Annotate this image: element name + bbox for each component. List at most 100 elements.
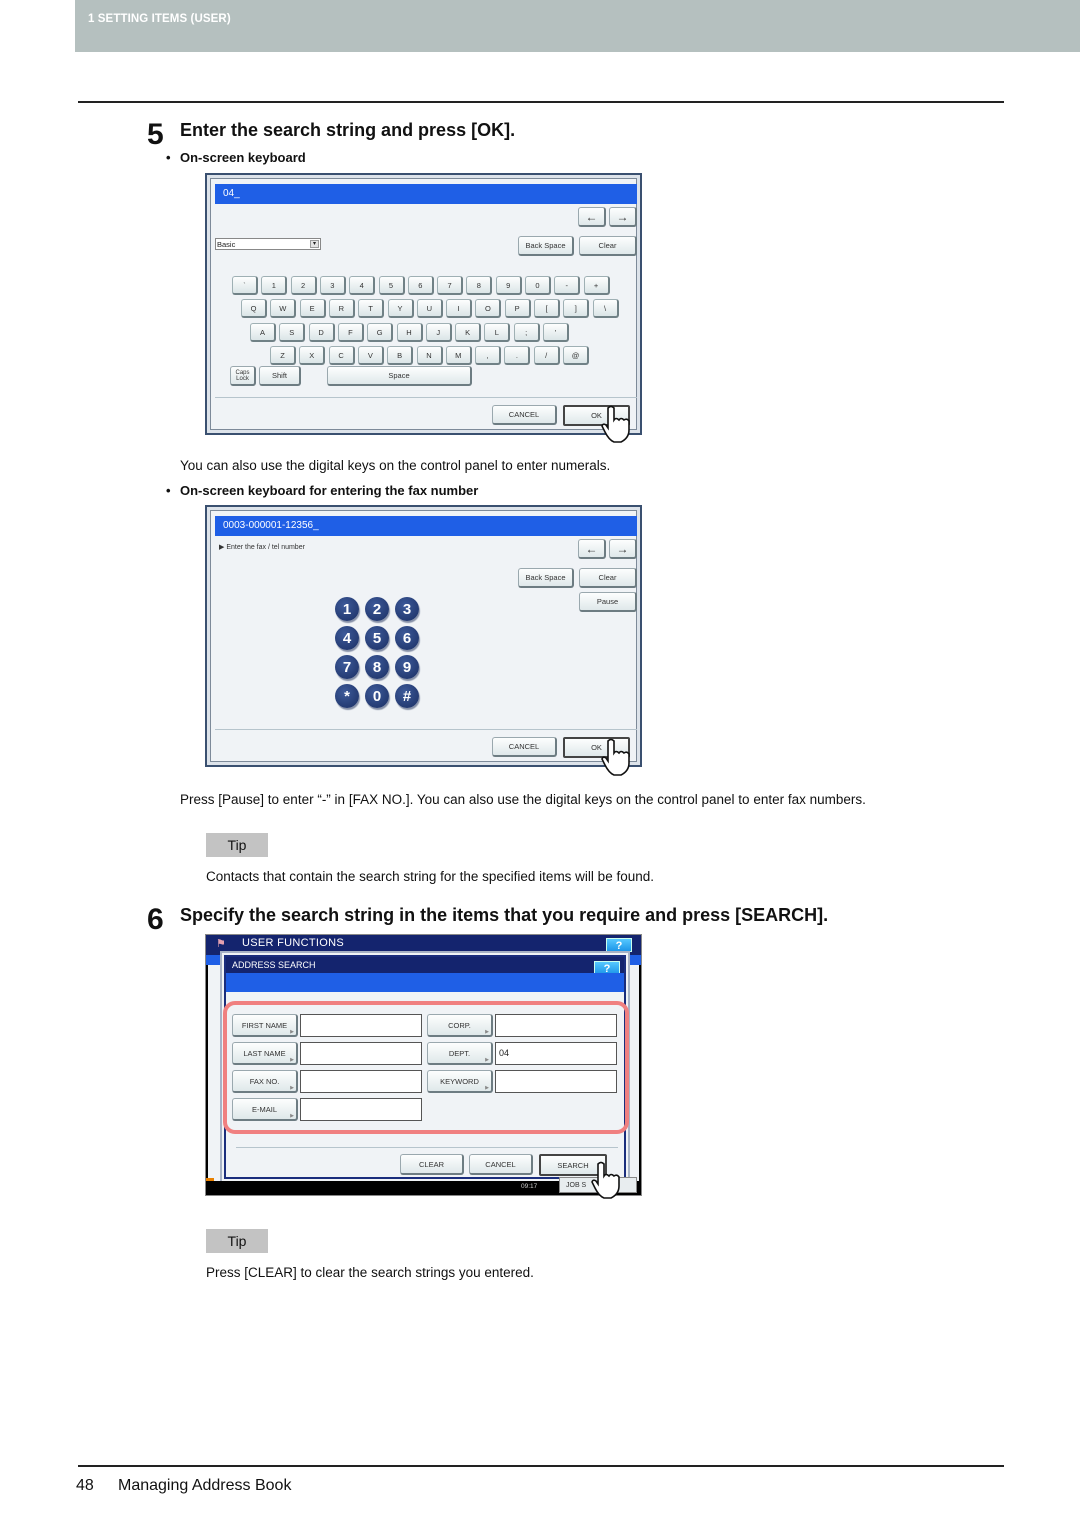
shift-key[interactable]: Shift [259, 366, 301, 386]
key[interactable]: T [358, 299, 385, 318]
search-field-input[interactable] [495, 1070, 617, 1093]
user-functions-title: USER FUNCTIONS [242, 937, 344, 949]
key[interactable]: - [554, 276, 581, 295]
fax-key[interactable]: * [335, 684, 359, 708]
key[interactable]: E [299, 299, 326, 318]
clock: 09:17 [521, 1183, 538, 1190]
key[interactable]: ' [543, 323, 569, 342]
search-field-label-button[interactable]: E-MAIL ▶ [232, 1098, 298, 1121]
key[interactable]: X [299, 346, 326, 365]
key[interactable]: J [425, 323, 452, 342]
search-field-label-button[interactable]: DEPT. ▶ [427, 1042, 493, 1065]
fax-key[interactable]: 3 [395, 597, 419, 621]
cancel-button[interactable]: CANCEL [492, 405, 557, 425]
fax-key[interactable]: 4 [335, 626, 359, 650]
arrow-right-button[interactable]: → [609, 207, 637, 227]
cancel-button[interactable]: CANCEL [469, 1154, 533, 1175]
key[interactable]: ; [513, 323, 540, 342]
fax-key[interactable]: 1 [335, 597, 359, 621]
fax-arrow-left-button[interactable]: ← [578, 539, 606, 559]
key[interactable]: H [396, 323, 423, 342]
clear-button[interactable]: CLEAR [400, 1154, 464, 1175]
search-field-label-button[interactable]: FAX NO. ▶ [232, 1070, 298, 1093]
keyboard-mode-select[interactable]: Basic ▾ [215, 238, 321, 250]
clear-button[interactable]: Clear [579, 236, 637, 256]
keyboard-input[interactable]: 04_ [215, 184, 637, 204]
fax-key[interactable]: # [395, 684, 419, 708]
key[interactable]: 5 [378, 276, 405, 295]
fax-key[interactable]: 6 [395, 626, 419, 650]
search-field-input[interactable] [300, 1070, 422, 1093]
key[interactable]: , [475, 346, 502, 365]
key[interactable]: @ [563, 346, 589, 365]
triangle-right-icon: ▶ [485, 1029, 489, 1035]
fax-key[interactable]: 9 [395, 655, 419, 679]
arrow-left-icon: ← [585, 541, 598, 556]
key[interactable]: 3 [319, 276, 346, 295]
key[interactable]: M [445, 346, 472, 365]
key[interactable]: ` [232, 276, 258, 295]
key[interactable]: C [328, 346, 355, 365]
key[interactable]: B [387, 346, 414, 365]
key[interactable]: 7 [437, 276, 464, 295]
key[interactable]: N [416, 346, 443, 365]
search-field-label-button[interactable]: LAST NAME ▶ [232, 1042, 298, 1065]
key[interactable]: V [357, 346, 384, 365]
key[interactable]: F [337, 323, 364, 342]
tip-badge: Tip [206, 1229, 268, 1253]
fax-key[interactable]: 8 [365, 655, 389, 679]
fax-arrow-right-button[interactable]: → [609, 539, 637, 559]
key[interactable]: 8 [466, 276, 493, 295]
key[interactable]: L [484, 323, 511, 342]
search-field-label-button[interactable]: CORP. ▶ [427, 1014, 493, 1037]
fax-key[interactable]: 5 [365, 626, 389, 650]
search-field-input[interactable] [300, 1014, 422, 1037]
key[interactable]: Q [241, 299, 267, 318]
key[interactable]: 6 [407, 276, 434, 295]
onscreen-keyboard-panel: 04_ ← → Basic ▾ Back Space Clear ` 1 2 3 4 5 6 7… [205, 173, 642, 435]
key[interactable]: 1 [261, 276, 288, 295]
fax-back-space-button[interactable]: Back Space [518, 568, 574, 588]
search-field-input[interactable] [495, 1014, 617, 1037]
key[interactable]: [ [534, 299, 560, 318]
fax-clear-button[interactable]: Clear [579, 568, 637, 588]
key[interactable]: / [533, 346, 560, 365]
key[interactable]: 4 [349, 276, 376, 295]
fax-number-input[interactable]: 0003-000001-12356_ [215, 516, 637, 536]
key[interactable]: + [583, 276, 610, 295]
fax-key[interactable]: 2 [365, 597, 389, 621]
key[interactable]: ] [563, 299, 590, 318]
key[interactable]: 9 [495, 276, 522, 295]
search-field-label-button[interactable]: KEYWORD ▶ [427, 1070, 493, 1093]
fax-cancel-button[interactable]: CANCEL [492, 737, 557, 757]
key[interactable]: K [455, 323, 482, 342]
key[interactable]: A [250, 323, 276, 342]
key[interactable]: W [270, 299, 297, 318]
key[interactable]: P [504, 299, 531, 318]
key[interactable]: 2 [290, 276, 317, 295]
key[interactable]: U [416, 299, 443, 318]
key[interactable]: R [328, 299, 355, 318]
key[interactable]: S [279, 323, 306, 342]
help-button[interactable]: ? [606, 938, 632, 952]
key[interactable]: G [367, 323, 394, 342]
search-field-input[interactable]: 04 [495, 1042, 617, 1065]
search-field-label-button[interactable]: FIRST NAME ▶ [232, 1014, 298, 1037]
key[interactable]: I [446, 299, 473, 318]
back-space-button[interactable]: Back Space [518, 236, 574, 256]
key[interactable]: Z [270, 346, 296, 365]
key[interactable]: O [475, 299, 502, 318]
key[interactable]: D [308, 323, 335, 342]
key[interactable]: 0 [525, 276, 551, 295]
arrow-left-button[interactable]: ← [578, 207, 606, 227]
caps-lock-key[interactable]: Caps Lock [230, 366, 256, 386]
search-field-input[interactable] [300, 1042, 422, 1065]
fax-key[interactable]: 7 [335, 655, 359, 679]
key[interactable]: Y [387, 299, 414, 318]
fax-key[interactable]: 0 [365, 684, 389, 708]
search-field-input[interactable] [300, 1098, 422, 1121]
key[interactable]: \ [592, 299, 619, 318]
key[interactable]: . [504, 346, 531, 365]
space-key[interactable]: Space [327, 366, 472, 386]
pause-button[interactable]: Pause [579, 592, 637, 612]
